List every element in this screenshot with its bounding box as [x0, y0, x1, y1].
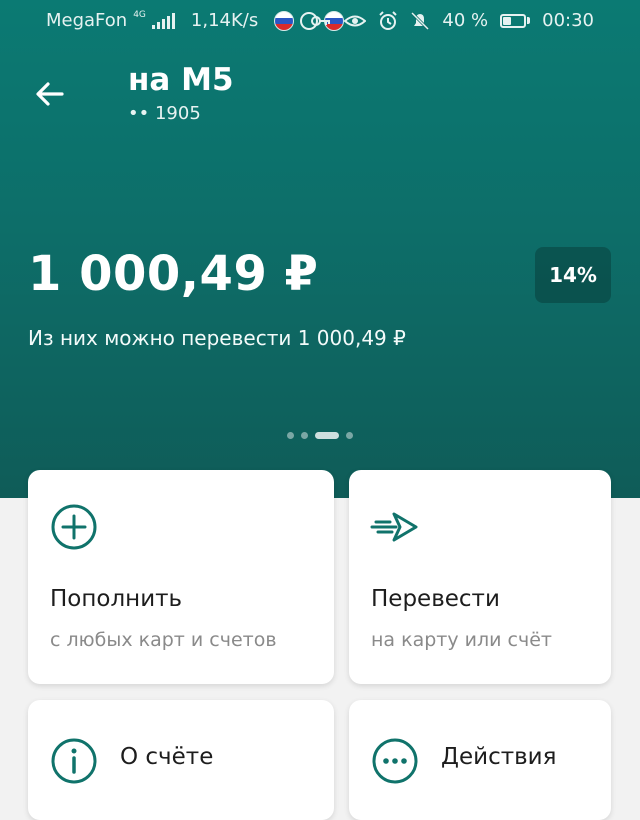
page-dot: [287, 432, 294, 439]
page-dot: [301, 432, 308, 439]
about-account-button[interactable]: О счёте: [28, 700, 334, 820]
top-up-subtitle: с любых карт и счетов: [50, 629, 277, 651]
signal-icon: [151, 12, 175, 29]
page-indicator: [0, 432, 640, 439]
account-title: на M5: [128, 62, 234, 98]
carrier-name: MegaFon: [46, 10, 128, 31]
account-balance: 1 000,49 ₽: [28, 246, 319, 302]
about-account-title: О счёте: [120, 744, 214, 770]
key-icon: [311, 15, 331, 26]
transfer-button[interactable]: Перевести на карту или счёт: [349, 470, 611, 684]
page-dot: [315, 432, 339, 439]
battery-percent: 40 %: [442, 10, 489, 31]
clock: 00:30: [542, 10, 594, 31]
info-icon: [51, 738, 97, 784]
top-up-button[interactable]: Пополнить с любых карт и счетов: [28, 470, 334, 684]
network-type: 4G: [133, 9, 146, 20]
russia-flag-icon: [274, 10, 295, 31]
more-dots-icon: [372, 738, 418, 784]
page-dot: [346, 432, 353, 439]
mute-bell-icon: [411, 11, 430, 30]
transfer-subtitle: на карту или счёт: [371, 629, 552, 651]
eye-icon: [344, 15, 367, 26]
alarm-icon: [379, 10, 398, 30]
actions-title: Действия: [441, 744, 557, 770]
transfer-title: Перевести: [371, 586, 500, 612]
network-speed: 1,14K/s: [190, 10, 259, 31]
top-up-title: Пополнить: [50, 586, 183, 612]
available-transfer-text: Из них можно перевести 1 000,49 ₽: [28, 326, 406, 350]
status-bar: MegaFon 4G 1,14K/s 40 % 00:30: [0, 0, 640, 44]
back-arrow-icon[interactable]: [32, 76, 68, 112]
status-left: MegaFon 4G 1,14K/s: [46, 9, 345, 31]
interest-rate-badge[interactable]: 14%: [535, 247, 611, 303]
actions-button[interactable]: Действия: [349, 700, 611, 820]
account-number: •• 1905: [128, 103, 201, 124]
battery-icon: [500, 13, 531, 28]
plus-circle-icon: [51, 504, 97, 550]
transfer-arrow-icon: [370, 512, 418, 542]
status-right: 40 % 00:30: [310, 10, 594, 31]
account-header: MegaFon 4G 1,14K/s 40 % 00:30 на M5 •• 1…: [0, 0, 640, 498]
